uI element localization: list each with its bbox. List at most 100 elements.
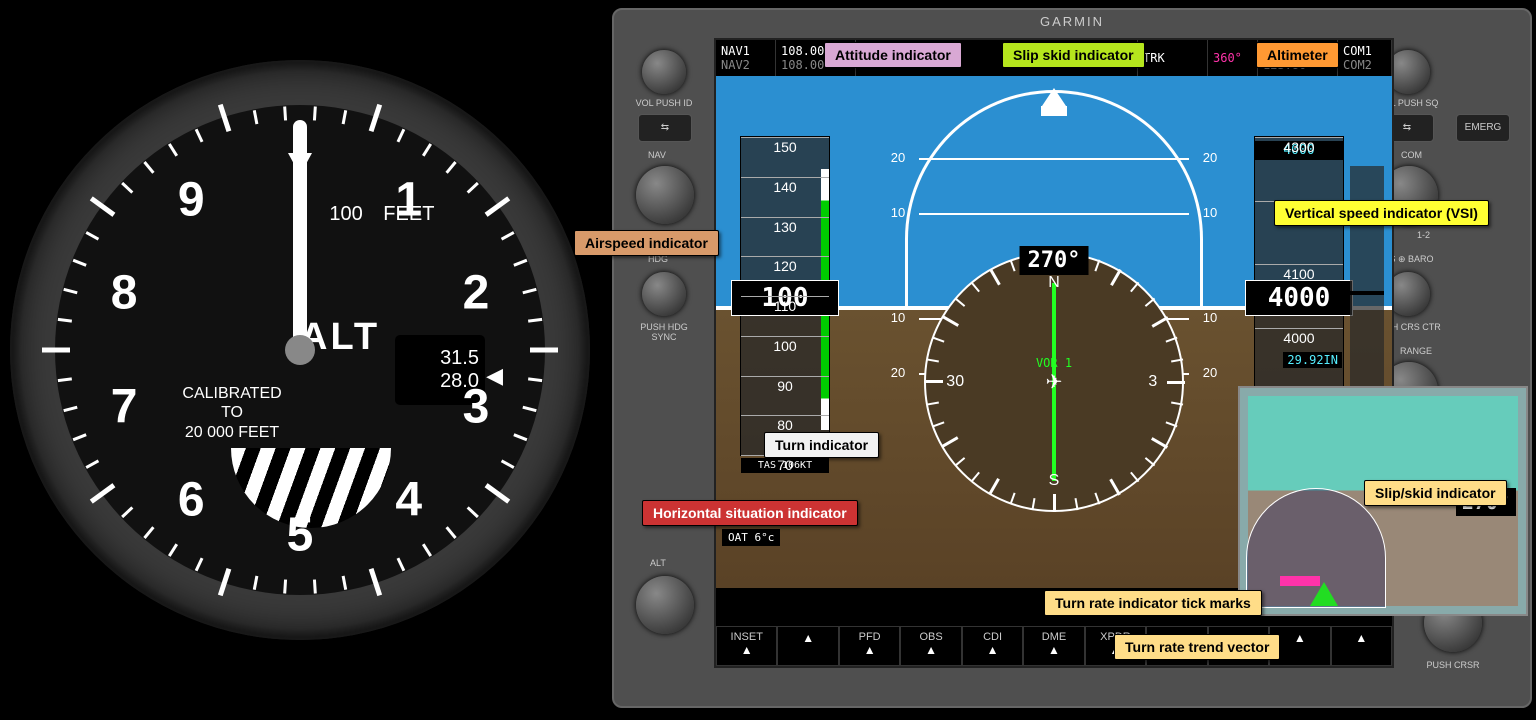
altimeter-tick <box>168 543 178 556</box>
callout-inset-trend: Turn rate trend vector <box>1114 634 1280 660</box>
altimeter-tick <box>73 433 87 441</box>
hdg-knob[interactable] <box>642 272 686 316</box>
altimeter-tick <box>283 106 287 120</box>
altimeter-tick <box>283 579 287 593</box>
nav-knob[interactable] <box>636 166 694 224</box>
altimeter-tick <box>445 526 456 539</box>
softkey-OBS[interactable]: OBS▲ <box>900 626 961 666</box>
analogue-altimeter: 100 FEET ALT CALIBRATED TO 20 000 FEET 3… <box>10 60 590 640</box>
altimeter-calibration-text: CALIBRATED TO 20 000 FEET <box>182 384 281 442</box>
nav-vol-knob[interactable] <box>642 50 686 94</box>
altimeter-hub <box>285 335 315 365</box>
pitch-20d-l: 20 <box>891 365 905 380</box>
altimeter-digit-5: 5 <box>287 508 314 563</box>
altimeter-tick <box>143 161 154 174</box>
altimeter-tick <box>397 129 406 143</box>
altimeter-digit-7: 7 <box>111 380 138 435</box>
hsi-card-s: S <box>1049 472 1060 490</box>
tape-tick: 120 <box>741 256 829 274</box>
softkey-10[interactable]: ▲ <box>1331 626 1392 666</box>
hsi-aircraft-icon: ✈ <box>1046 370 1063 395</box>
alt-knob[interactable] <box>636 576 694 634</box>
callout-attitude: Attitude indicator <box>824 42 962 68</box>
hsi-card-n: N <box>1048 274 1060 292</box>
callout-vsi: Vertical speed indicator (VSI) <box>1274 200 1489 226</box>
altimeter-tick <box>369 568 382 596</box>
altimeter-tick <box>522 406 536 412</box>
altimeter-tick <box>85 459 99 468</box>
softkey-INSET[interactable]: INSET▲ <box>716 626 777 666</box>
softkey-DME[interactable]: DME▲ <box>1023 626 1084 666</box>
pitch-10u-r: 10 <box>1203 205 1217 220</box>
altimeter-tick <box>422 543 432 556</box>
tape-tick: 90 <box>741 376 829 394</box>
altimeter-tick <box>522 288 536 294</box>
pfd-screen: NAV1NAV2 108.00108.00 TRK 360° 134.00123… <box>714 38 1394 668</box>
emerg-button[interactable]: EMERG <box>1456 114 1510 142</box>
altimeter-digit-2: 2 <box>463 265 490 320</box>
callout-inset-ticks: Turn rate indicator tick marks <box>1044 590 1262 616</box>
tape-tick: 140 <box>741 177 829 195</box>
altimeter-tick <box>121 506 133 518</box>
softkey-1[interactable]: ▲ <box>777 626 838 666</box>
altimeter-digit-3: 3 <box>463 380 490 435</box>
tape-tick: 4000 <box>1255 328 1343 346</box>
altimeter-tick <box>195 129 204 143</box>
callout-inset-slip: Slip/skid indicator <box>1364 480 1507 506</box>
altimeter-tick <box>485 196 511 217</box>
nav-vol-label: VOL PUSH ID <box>632 98 696 108</box>
softkey-PFD[interactable]: PFD▲ <box>839 626 900 666</box>
altimeter-tick <box>58 318 72 323</box>
altimeter-tick <box>513 433 527 441</box>
altimeter-tick <box>63 406 77 412</box>
altimeter-tick <box>143 526 154 539</box>
pitch-10d-l: 10 <box>891 310 905 325</box>
altimeter-tick <box>397 557 406 571</box>
callout-hsi: Horizontal situation indicator <box>642 500 858 526</box>
softkey-CDI[interactable]: CDI▲ <box>962 626 1023 666</box>
altimeter-tick <box>63 288 77 294</box>
altimeter-tick <box>422 143 432 156</box>
nav-label: NAV <box>648 150 666 160</box>
nav-source-label: VOR 1 <box>1036 356 1072 370</box>
altimeter-digit-1: 1 <box>395 173 422 228</box>
baro-setting: 29.92IN <box>1283 352 1342 368</box>
roll-pointer-icon <box>1042 88 1066 106</box>
altitude-readout: 4000 <box>1245 280 1353 316</box>
garmin-g1000-unit: GARMIN VOL PUSH ID ⇆ NAV HDG PUSH HDG SY… <box>612 8 1532 708</box>
altimeter-tick <box>253 576 259 590</box>
range-label: RANGE <box>1400 346 1432 356</box>
altimeter-tick <box>253 110 259 124</box>
trk-value: 360° <box>1213 51 1252 65</box>
softkey-row: INSET▲▲PFD▲OBS▲CDI▲DME▲XPDR▲▲▲▲▲ <box>716 626 1392 666</box>
altimeter-tick <box>90 196 116 217</box>
tape-tick: 100 <box>741 336 829 354</box>
altimeter-tick <box>85 231 99 240</box>
horizontal-situation-indicator: 270° VOR 1 ✈ N S 3 30 <box>924 252 1184 512</box>
altimeter-tick <box>528 318 542 323</box>
inset-turn-arrow-icon <box>1310 582 1338 606</box>
pitch-20u-r: 20 <box>1203 150 1217 165</box>
altimeter-tick <box>445 161 456 174</box>
callout-turn: Turn indicator <box>764 432 879 458</box>
push-crsr-label: PUSH CRSR <box>1416 660 1490 670</box>
altimeter-tick <box>485 483 511 504</box>
com1-label: COM1 <box>1343 44 1386 58</box>
nav-flipflop-button[interactable]: ⇆ <box>638 114 692 142</box>
trk-label: TRK <box>1143 51 1202 65</box>
altimeter-tick <box>73 259 87 267</box>
hdg-sync-label: PUSH HDG SYNC <box>632 322 696 342</box>
altimeter-tick <box>467 182 479 194</box>
callout-altimeter: Altimeter <box>1256 42 1339 68</box>
callout-slip: Slip skid indicator <box>1002 42 1145 68</box>
oat-readout: OAT 6°c <box>722 529 780 546</box>
altimeter-tick <box>58 377 72 382</box>
nav1-label: NAV1 <box>721 44 770 58</box>
pitch-10u-l: 10 <box>891 205 905 220</box>
tape-tick: 110 <box>741 296 829 314</box>
altimeter-tick <box>513 259 527 267</box>
garmin-brand-label: GARMIN <box>1040 14 1104 29</box>
slip-skid-indicator <box>1041 106 1067 116</box>
altimeter-tick <box>90 483 116 504</box>
tape-tick: 150 <box>741 137 829 155</box>
